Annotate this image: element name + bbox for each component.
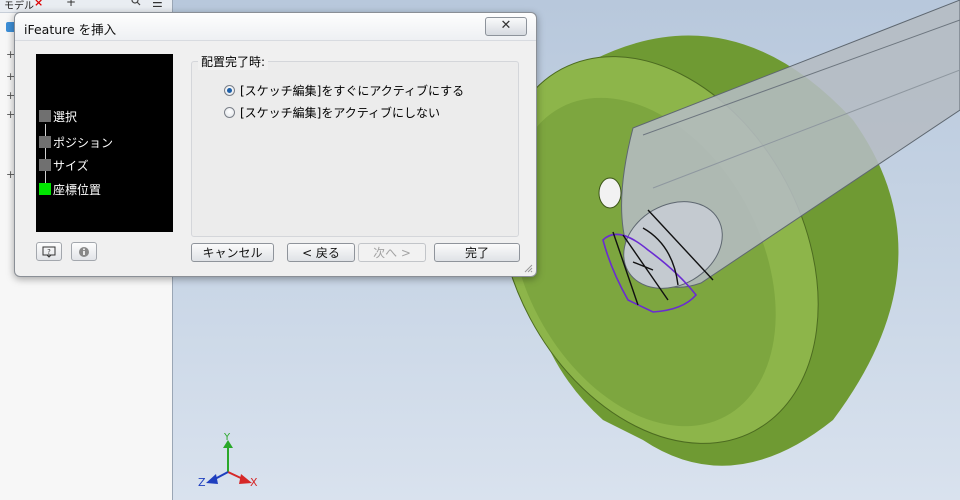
radio-checked[interactable] (224, 85, 235, 96)
step-label: ポジション (53, 135, 114, 150)
finish-button[interactable]: 完了 (434, 243, 520, 262)
step-size[interactable]: サイズ (39, 158, 89, 173)
disk-hole (598, 177, 622, 209)
close-icon: ✕ (500, 18, 512, 33)
info-icon (79, 246, 89, 257)
step-coordinate-position[interactable]: 座標位置 (39, 182, 102, 197)
resize-grip-icon[interactable] (523, 263, 533, 273)
cancel-button[interactable]: キャンセル (191, 243, 274, 262)
step-label: 座標位置 (53, 182, 102, 197)
option-activate-sketch[interactable]: [スケッチ編集]をすぐにアクティブにする (224, 82, 464, 99)
tab-close-icon[interactable]: × (34, 0, 43, 9)
dialog-titlebar[interactable]: iFeature を挿入 ✕ (15, 13, 536, 41)
step-marker (39, 159, 51, 171)
back-button[interactable]: < 戻る (287, 243, 355, 262)
step-select[interactable]: 選択 (39, 109, 78, 124)
svg-text:?: ? (47, 248, 51, 256)
axis-z-label: Z (198, 476, 206, 489)
close-button[interactable]: ✕ (485, 17, 527, 36)
help-icon: ? (42, 246, 56, 258)
step-marker (39, 110, 51, 122)
wizard-steps-panel: 選択 ポジション サイズ 座標位置 (36, 54, 173, 232)
add-tab-button[interactable]: + (66, 0, 76, 9)
search-icon[interactable] (131, 0, 141, 6)
tab-model[interactable]: モデル (4, 0, 34, 12)
option-label: [スケッチ編集]をすぐにアクティブにする (240, 84, 465, 98)
next-button[interactable]: 次へ > (358, 243, 426, 262)
hamburger-icon[interactable]: ☰ (152, 0, 163, 10)
option-do-not-activate[interactable]: [スケッチ編集]をアクティブにしない (224, 104, 440, 121)
step-position[interactable]: ポジション (39, 135, 114, 150)
axis-y-label: Y (223, 432, 231, 443)
group-title: 配置完了時: (198, 53, 269, 70)
option-label: [スケッチ編集]をアクティブにしない (240, 106, 441, 120)
axis-x-label: X (250, 476, 258, 489)
dialog-title: iFeature を挿入 (24, 22, 117, 37)
help-button[interactable]: ? (36, 242, 62, 261)
step-marker-active (39, 183, 51, 195)
step-label: 選択 (53, 109, 78, 124)
step-marker (39, 136, 51, 148)
insert-ifeature-dialog: iFeature を挿入 ✕ 選択 ポジション サイズ 座標位置 ? 配置完了時… (14, 12, 537, 277)
info-button[interactable] (71, 242, 97, 261)
step-label: サイズ (53, 158, 89, 173)
axis-z-arrow (206, 474, 218, 484)
step-connector (45, 124, 46, 188)
radio-unchecked[interactable] (224, 107, 235, 118)
